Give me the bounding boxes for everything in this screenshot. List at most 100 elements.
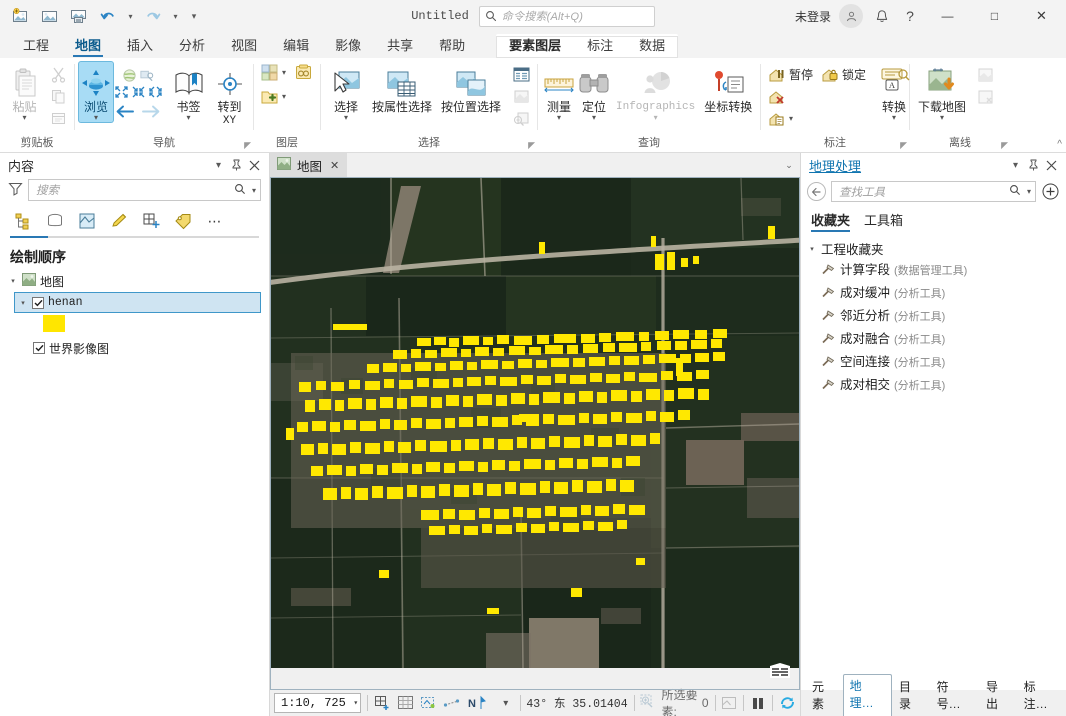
selection-icon[interactable] [72,208,102,234]
labeling-dialog-launcher[interactable]: ◤ [900,140,907,151]
offline-dialog-launcher[interactable]: ◤ [1001,140,1008,151]
dock-tab-symbology[interactable]: 符号… [930,676,979,716]
ribbon-tab-project[interactable]: 工程 [10,34,62,58]
labeling-icon[interactable] [168,208,198,234]
ribbon-tab-edit[interactable]: 编辑 [270,34,322,58]
contextual-tab-feature-layer[interactable]: 要素图层 [496,34,574,58]
coordinate-conversion-button[interactable]: 坐标转换 [700,62,756,114]
dock-tab-catalog[interactable]: 目录 [892,676,930,716]
close-button[interactable]: ✕ [1019,0,1064,32]
zoom-out-corner-icon[interactable] [131,85,146,99]
toc-layer-row-basemap[interactable]: 世界影像图 [0,338,269,358]
data-source-icon[interactable] [40,208,70,234]
zoom-to-selection-button[interactable] [509,108,534,129]
ribbon-tab-analysis[interactable]: 分析 [166,34,218,58]
open-project-icon[interactable] [37,4,63,28]
navigate-dialog-launcher[interactable]: ◤ [244,140,251,151]
infographics-caret-icon[interactable]: ▾ [654,114,658,122]
back-icon[interactable] [807,182,826,201]
selection-tool-icon[interactable] [420,694,437,713]
redo-icon[interactable] [140,4,166,28]
status-dropdown-icon[interactable]: ▾ [498,694,514,713]
basemap-visibility-checkbox[interactable] [33,342,45,354]
sign-in-status[interactable]: 未登录 [789,8,837,25]
new-project-icon[interactable] [8,4,34,28]
layer-visibility-checkbox[interactable] [32,296,44,309]
ribbon-tab-insert[interactable]: 插入 [114,34,166,58]
toc-layer-row-henan[interactable]: ▾ henan [14,292,261,313]
geoprocessing-close-icon[interactable] [1045,157,1058,173]
ribbon-tab-map[interactable]: 地图 [62,34,114,58]
previous-extent-icon[interactable] [113,103,137,120]
notifications-icon[interactable] [869,4,895,28]
scale-dropdown-icon[interactable]: ▾ [353,698,358,708]
avatar[interactable] [839,4,863,28]
measure-button[interactable]: 测量 ▾ [542,62,576,122]
dock-tab-export[interactable]: 导出 [979,676,1017,716]
collapse-ribbon-icon[interactable]: ^ [1057,139,1062,150]
grid-icon[interactable] [397,694,414,713]
maximize-button[interactable]: □ [972,0,1017,32]
undo-icon[interactable] [95,4,121,28]
view-tabs-overflow-caret-icon[interactable]: ⌄ [778,153,800,177]
tool-item-pairwise-dissolve[interactable]: 成对融合 (分析工具) [807,328,1066,351]
download-map-button[interactable]: 下载地图 ▾ [914,62,970,122]
zoom-to-extent-icon[interactable] [374,694,391,713]
globe-icon[interactable] [122,68,137,82]
contents-menu-icon[interactable]: ▾ [212,157,225,173]
paste-button[interactable]: 粘贴 ▾ [4,62,45,122]
redo-dropdown-icon[interactable]: ▾ [169,4,182,28]
contents-search-caret-icon[interactable]: ▾ [250,186,256,195]
expand-arrow-icon[interactable]: ▾ [18,299,28,307]
ribbon-tab-view[interactable]: 视图 [218,34,270,58]
basemap-caret-icon[interactable]: ▾ [282,68,286,77]
ribbon-tab-imagery[interactable]: 影像 [322,34,374,58]
copy-button[interactable] [47,86,70,107]
search-icon[interactable] [234,183,246,198]
unplaced-labels-button[interactable] [765,86,869,107]
help-icon[interactable]: ? [897,4,923,28]
save-project-icon[interactable] [66,4,92,28]
tab-favorites[interactable]: 收藏夹 [811,210,851,232]
contextual-tab-data[interactable]: 数据 [626,34,678,58]
convert-labels-button[interactable]: A 转换 ▾ [877,62,911,122]
goto-xy-button[interactable]: 转到 XY [210,62,249,127]
north-arrow-icon[interactable]: N [466,694,492,713]
dock-tab-geoprocessing[interactable]: 地理… [842,674,892,716]
select-by-location-button[interactable]: 按位置选择 [437,62,505,114]
tool-item-spatial-join[interactable]: 空间连接 (分析工具) [807,351,1066,374]
tool-item-near[interactable]: 邻近分析 (分析工具) [807,305,1066,328]
drawing-order-icon[interactable] [8,208,38,234]
close-icon[interactable]: ✕ [330,159,339,172]
add-preset-button[interactable] [294,62,313,83]
clear-selection-button[interactable] [509,86,534,107]
explore-caret-icon[interactable]: ▾ [94,114,98,122]
snapping-icon[interactable] [136,208,166,234]
download-map-caret-icon[interactable]: ▾ [940,114,944,122]
zoom-in-corner-icon[interactable] [114,85,129,99]
customize-qat-icon[interactable]: ▾ [185,4,203,28]
draw-pause-icon[interactable] [721,694,737,713]
selection-dialog-launcher[interactable]: ◤ [528,140,535,151]
tool-item-pairwise-buffer[interactable]: 成对缓冲 (分析工具) [807,282,1066,305]
locate-caret-icon[interactable]: ▾ [592,114,596,122]
add-data-button[interactable]: ▾ [260,86,286,107]
contents-search-input[interactable]: 搜索 ▾ [28,179,261,201]
explore-button[interactable]: 浏览 ▾ [79,62,113,122]
editing-icon[interactable] [104,208,134,234]
measure-tool-icon[interactable] [443,694,460,713]
convert-labels-caret-icon[interactable]: ▾ [892,114,896,122]
minimize-button[interactable]: — [925,0,970,32]
sync-offline-button[interactable] [973,64,998,85]
ribbon-tab-share[interactable]: 共享 [374,34,426,58]
command-search-box[interactable]: 命令搜索(Alt+Q) [478,5,655,27]
select-button[interactable]: 选择 ▾ [325,62,367,122]
filter-icon[interactable] [8,181,23,199]
locate-button[interactable]: 定位 ▾ [577,62,611,122]
view-unplaced-caret-icon[interactable]: ▾ [789,114,793,123]
select-by-attributes-button[interactable]: 按属性选择 [368,62,436,114]
map-view-tab[interactable]: 地图 ✕ [270,153,348,177]
ribbon-tab-help[interactable]: 帮助 [426,34,478,58]
tool-item-pairwise-intersect[interactable]: 成对相交 (分析工具) [807,374,1066,397]
basemap-button[interactable]: ▾ [260,62,286,83]
